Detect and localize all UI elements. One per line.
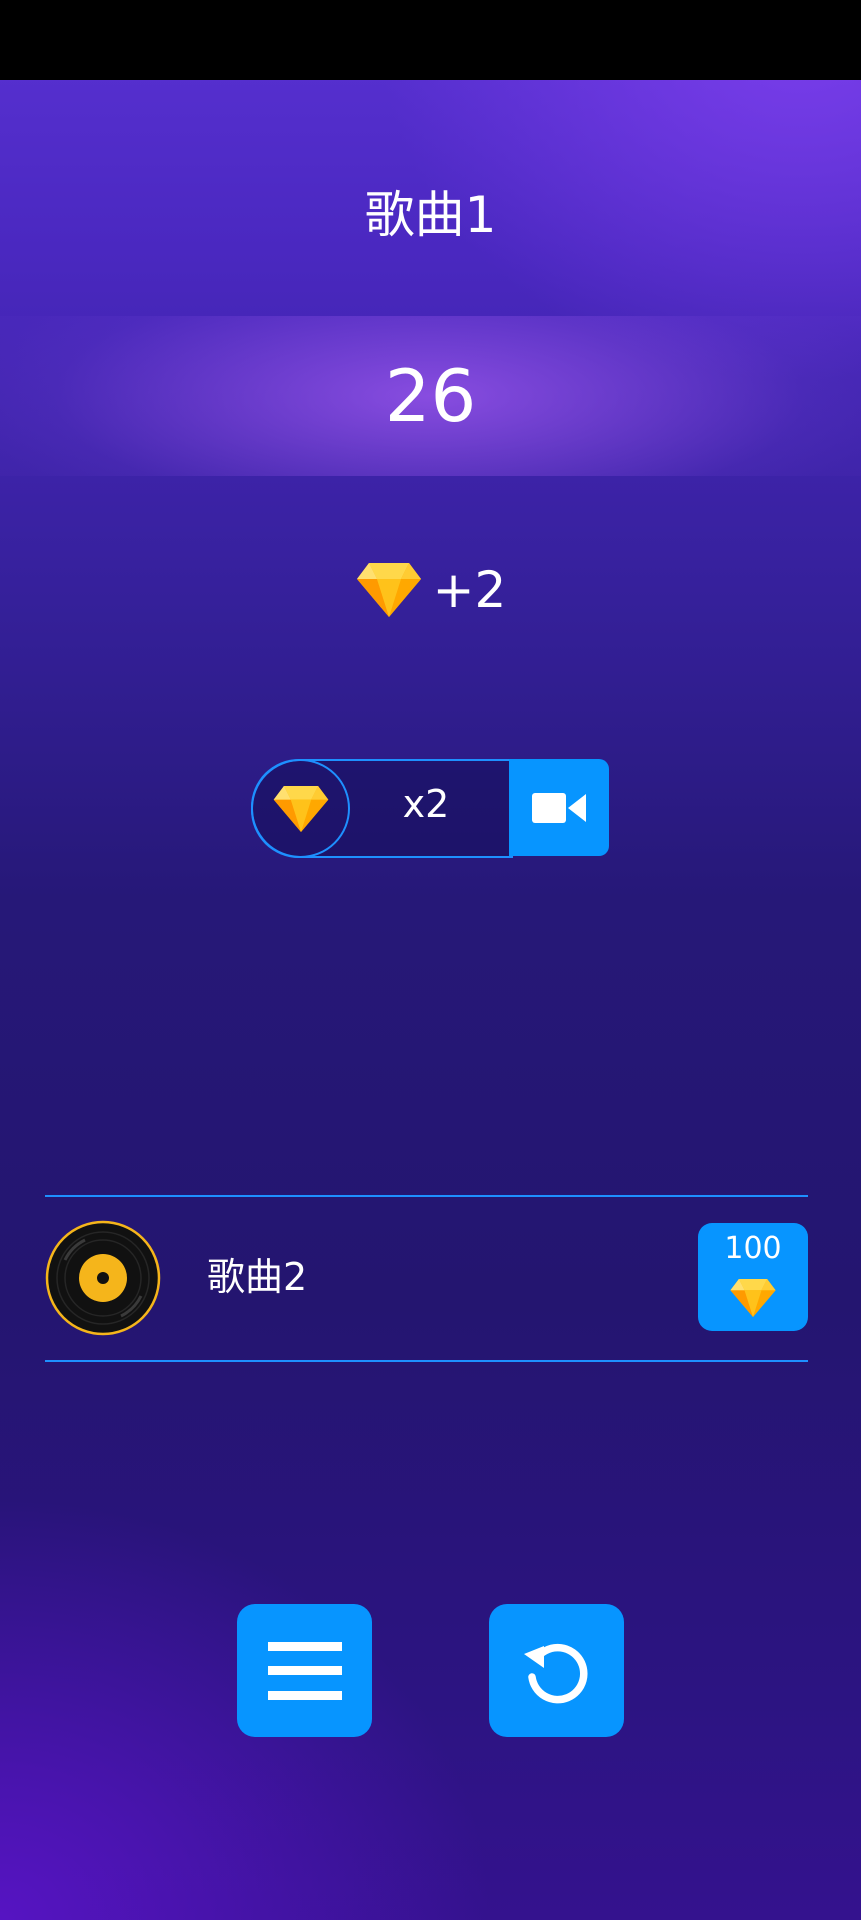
watch-video-button[interactable] <box>509 759 609 856</box>
menu-button[interactable] <box>237 1604 372 1737</box>
diamond-icon <box>356 563 421 617</box>
menu-icon <box>267 1641 342 1700</box>
unlock-song-button[interactable]: 100 <box>698 1223 808 1331</box>
reward-amount: +2 <box>432 561 507 619</box>
next-song-title: 歌曲2 <box>207 1255 308 1299</box>
retry-icon <box>523 1643 587 1703</box>
video-camera-icon <box>532 792 586 823</box>
double-reward-gem-circle <box>251 759 350 858</box>
score-value: 26 <box>384 354 477 438</box>
double-reward-label: x2 <box>402 782 450 826</box>
double-reward-button[interactable]: x2 <box>251 759 609 858</box>
diamond-icon <box>273 785 328 832</box>
result-screen: 歌曲1 26 +2 x2 歌曲2 100 <box>0 0 861 1920</box>
diamond-icon <box>730 1278 776 1318</box>
reward-row: +2 <box>0 555 861 625</box>
next-song-item[interactable]: 歌曲2 100 <box>45 1195 808 1362</box>
song-title: 歌曲1 <box>364 186 497 244</box>
retry-button[interactable] <box>489 1604 624 1737</box>
unlock-price: 100 <box>724 1231 782 1266</box>
score-band: 26 <box>0 316 861 476</box>
vinyl-disc-icon <box>45 1220 161 1336</box>
status-bar <box>0 0 861 80</box>
